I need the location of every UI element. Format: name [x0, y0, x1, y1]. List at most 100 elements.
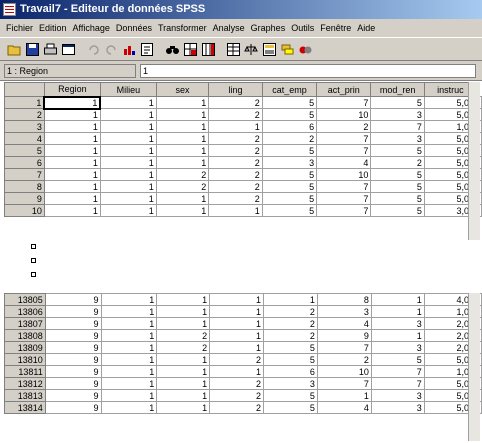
data-cell[interactable]: 1 — [155, 108, 210, 121]
data-cell[interactable]: 2 — [208, 132, 263, 145]
data-cell[interactable]: 1 — [209, 293, 265, 306]
row-number[interactable]: 13806 — [4, 305, 46, 318]
data-cell[interactable]: 1 — [43, 108, 101, 121]
data-cell[interactable]: 1 — [99, 120, 157, 133]
cell-value-input[interactable]: 1 — [140, 64, 476, 78]
data-cell[interactable]: 1 — [43, 204, 101, 217]
data-cell[interactable]: 1 — [99, 204, 157, 217]
data-cell[interactable]: 9 — [44, 377, 102, 390]
goto-case-icon[interactable] — [139, 41, 156, 58]
data-cell[interactable]: 2 — [209, 389, 265, 402]
row-number[interactable]: 10 — [4, 204, 45, 217]
row-number[interactable]: 3 — [4, 120, 45, 133]
data-cell[interactable]: 1 — [316, 389, 372, 402]
data-cell[interactable]: 1 — [370, 293, 425, 306]
data-cell[interactable]: 1 — [370, 329, 425, 342]
data-cell[interactable]: 5 — [370, 180, 425, 193]
menu-fenetre[interactable]: Fenêtre — [317, 23, 354, 33]
row-number[interactable]: 13807 — [4, 317, 46, 330]
save-icon[interactable] — [24, 41, 41, 58]
data-cell[interactable]: 7 — [316, 341, 372, 354]
data-cell[interactable]: 1 — [99, 96, 157, 109]
column-header-sex[interactable]: sex — [155, 82, 210, 97]
data-cell[interactable]: 9 — [44, 353, 102, 366]
data-cell[interactable]: 1 — [99, 156, 157, 169]
row-number[interactable]: 13811 — [4, 365, 46, 378]
data-cell[interactable]: 2 — [208, 168, 263, 181]
menu-affichage[interactable]: Affichage — [70, 23, 113, 33]
data-cell[interactable]: 3 — [370, 108, 425, 121]
data-cell[interactable]: 1 — [43, 192, 101, 205]
undo-icon[interactable] — [85, 41, 102, 58]
data-cell[interactable]: 3 — [261, 156, 318, 169]
data-cell[interactable]: 1 — [156, 305, 211, 318]
data-cell[interactable]: 5 — [261, 192, 318, 205]
insert-case-icon[interactable] — [182, 41, 199, 58]
use-sets-icon[interactable] — [297, 41, 314, 58]
menu-donnees[interactable]: Données — [113, 23, 155, 33]
column-header-mod-ren[interactable]: mod_ren — [370, 82, 425, 97]
row-number[interactable]: 13814 — [4, 401, 46, 414]
data-cell[interactable]: 7 — [316, 96, 372, 109]
data-cell[interactable]: 1 — [100, 401, 158, 414]
data-cell[interactable]: 1 — [100, 377, 158, 390]
data-cell[interactable]: 8 — [316, 293, 372, 306]
data-cell[interactable]: 2 — [156, 329, 211, 342]
data-cell[interactable]: 1 — [156, 353, 211, 366]
find-icon[interactable] — [164, 41, 181, 58]
data-cell[interactable]: 10 — [316, 365, 372, 378]
data-cell[interactable]: 3 — [370, 389, 425, 402]
data-cell[interactable]: 1 — [43, 144, 101, 157]
data-cell[interactable]: 2 — [370, 156, 425, 169]
data-cell[interactable]: 7 — [316, 144, 372, 157]
data-cell[interactable]: 5 — [261, 96, 318, 109]
menu-fichier[interactable]: Fichier — [3, 23, 36, 33]
data-cell[interactable]: 5 — [370, 192, 425, 205]
data-cell[interactable]: 1 — [100, 353, 158, 366]
split-file-icon[interactable] — [225, 41, 242, 58]
menu-edition[interactable]: Edition — [36, 23, 70, 33]
data-cell[interactable]: 1 — [209, 341, 265, 354]
data-cell[interactable]: 1 — [100, 305, 158, 318]
data-cell[interactable]: 9 — [44, 305, 102, 318]
data-cell[interactable]: 1 — [43, 156, 101, 169]
data-cell[interactable]: 1 — [100, 389, 158, 402]
data-cell[interactable]: 1 — [43, 180, 101, 193]
data-cell[interactable]: 4 — [316, 156, 372, 169]
data-cell[interactable]: 5 — [261, 204, 318, 217]
data-cell[interactable]: 2 — [316, 353, 372, 366]
print-icon[interactable] — [42, 41, 59, 58]
data-cell[interactable]: 5 — [261, 168, 318, 181]
data-cell[interactable]: 7 — [370, 377, 425, 390]
data-cell[interactable]: 2 — [261, 132, 318, 145]
column-header-region[interactable]: Region — [43, 82, 101, 97]
row-number[interactable]: 8 — [4, 180, 45, 193]
data-cell[interactable]: 3 — [370, 401, 425, 414]
data-cell[interactable]: 1 — [100, 365, 158, 378]
data-cell[interactable]: 1 — [155, 192, 210, 205]
data-cell[interactable]: 6 — [261, 120, 318, 133]
data-cell[interactable]: 5 — [263, 389, 318, 402]
data-cell[interactable]: 2 — [209, 401, 265, 414]
data-cell[interactable]: 2 — [209, 377, 265, 390]
data-cell[interactable]: 1 — [209, 305, 265, 318]
data-cell[interactable]: 5 — [370, 353, 425, 366]
data-cell[interactable]: 5 — [263, 341, 318, 354]
data-cell[interactable]: 9 — [44, 365, 102, 378]
data-cell[interactable]: 1 — [155, 96, 210, 109]
column-header-ling[interactable]: ling — [208, 82, 263, 97]
data-cell[interactable]: 1 — [209, 329, 265, 342]
row-number[interactable]: 13813 — [4, 389, 46, 402]
vertical-scrollbar-bottom[interactable] — [468, 293, 480, 441]
row-number[interactable]: 2 — [4, 108, 45, 121]
data-cell[interactable]: 5 — [370, 96, 425, 109]
data-cell[interactable]: 1 — [43, 95, 102, 110]
data-cell[interactable]: 4 — [316, 317, 372, 330]
menu-analyse[interactable]: Analyse — [210, 23, 248, 33]
corner-cell[interactable] — [4, 82, 45, 97]
data-cell[interactable]: 1 — [99, 108, 157, 121]
data-cell[interactable]: 2 — [209, 353, 265, 366]
data-cell[interactable]: 1 — [156, 293, 211, 306]
data-cell[interactable]: 9 — [44, 329, 102, 342]
data-cell[interactable]: 5 — [370, 144, 425, 157]
